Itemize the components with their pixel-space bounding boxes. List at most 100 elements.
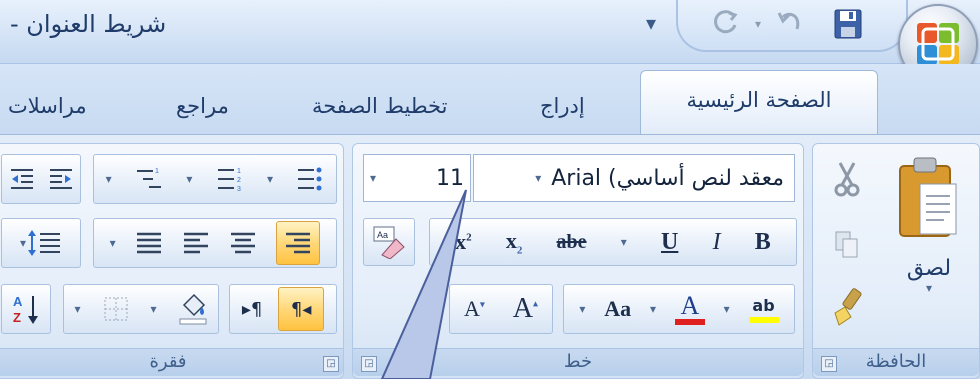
- justify-dropdown-arrow[interactable]: ▾: [110, 236, 116, 250]
- alignment-buttons: ▾: [93, 218, 337, 268]
- superscript-button[interactable]: x2: [455, 229, 472, 255]
- paragraph-group: ▾ 1 ▾ 1 2 3 ▾ ▾ ▾ A Z ▾ ▾ ▸¶ ¶◂ فقرة ◲: [0, 143, 344, 379]
- format-painter-button[interactable]: [821, 280, 873, 334]
- svg-text:1: 1: [237, 168, 241, 175]
- line-spacing-button[interactable]: ▾: [1, 218, 81, 268]
- copy-icon: [835, 231, 858, 258]
- ltr-pilcrow-icon: ▸¶: [241, 298, 263, 320]
- eraser-clear-formatting-icon: Aa: [373, 226, 405, 259]
- highlight-button[interactable]: ab: [748, 295, 779, 323]
- tab-insert[interactable]: إدراج: [540, 86, 585, 126]
- office-logo-icon: [917, 23, 959, 65]
- font-name-combobox[interactable]: ▾ معقد لنص أساسي) Arial: [473, 154, 795, 202]
- ribbon-tabs: مراسلات مراجع تخطيط الصفحة إدراج الصفحة …: [0, 64, 980, 136]
- svg-text:Z: Z: [13, 310, 21, 325]
- underline-button[interactable]: U: [661, 229, 678, 256]
- right-to-left-button[interactable]: ¶◂: [278, 287, 325, 331]
- clear-formatting-button[interactable]: Aa: [363, 218, 415, 266]
- paste-button[interactable]: لصق ▾: [885, 148, 973, 346]
- highlight-dropdown-arrow[interactable]: ▾: [724, 302, 730, 316]
- svg-text:A: A: [13, 294, 23, 309]
- tab-page-layout[interactable]: تخطيط الصفحة: [312, 86, 447, 126]
- font-name-value: معقد لنص أساسي) Arial: [551, 165, 784, 191]
- subscript-button[interactable]: x2: [506, 228, 523, 256]
- undo-button[interactable]: [770, 6, 810, 42]
- clipboard-group-label: الحافظة: [813, 348, 979, 376]
- sort-button[interactable]: A Z: [1, 284, 51, 334]
- grow-font-button[interactable]: A▴: [513, 293, 538, 325]
- underline-dropdown-arrow[interactable]: ▾: [621, 235, 627, 249]
- tab-home[interactable]: الصفحة الرئيسية: [640, 70, 878, 134]
- bold-button[interactable]: B: [755, 229, 771, 256]
- change-case-dropdown-arrow[interactable]: ▾: [579, 302, 585, 316]
- font-color-swatch: [674, 319, 705, 325]
- justify-icon[interactable]: [135, 230, 163, 256]
- font-size-dropdown-arrow[interactable]: ▾: [370, 171, 376, 185]
- numbering-dropdown-arrow[interactable]: ▾: [186, 172, 192, 186]
- italic-button[interactable]: I: [713, 229, 721, 256]
- line-spacing-icon: [28, 230, 61, 256]
- svg-text:1: 1: [155, 168, 159, 175]
- numbering-icon[interactable]: 1 2 3: [216, 165, 244, 193]
- tab-references[interactable]: مراجع: [176, 86, 229, 126]
- increase-indent-icon[interactable]: [48, 166, 74, 192]
- paragraph-group-label: فقرة: [0, 348, 343, 376]
- clipboard-paste-icon: [899, 157, 957, 237]
- list-buttons: ▾ 1 ▾ 1 2 3 ▾: [93, 154, 337, 204]
- multilevel-list-dropdown-arrow[interactable]: ▾: [106, 172, 112, 186]
- undo-dropdown-arrow[interactable]: ▾: [750, 6, 766, 42]
- highlighter-pen-icon: ab: [752, 296, 775, 315]
- borders-shading-buttons: ▾ ▾: [63, 284, 219, 334]
- decrease-indent-icon[interactable]: [9, 166, 35, 192]
- bullets-icon[interactable]: [296, 165, 324, 193]
- text-direction-buttons: ▸¶ ¶◂: [229, 284, 337, 334]
- align-right-button[interactable]: [276, 221, 321, 265]
- font-dialog-launcher[interactable]: ◲: [361, 356, 377, 372]
- svg-text:3: 3: [237, 186, 241, 193]
- shrink-font-button[interactable]: A▾: [464, 296, 485, 322]
- tab-mailings[interactable]: مراسلات: [8, 86, 87, 126]
- paint-bucket-shading-icon[interactable]: [178, 293, 208, 325]
- save-button[interactable]: [828, 6, 868, 42]
- grow-shrink-font-buttons: A▾ A▴: [449, 284, 553, 334]
- shading-dropdown-arrow[interactable]: ▾: [150, 302, 156, 316]
- align-center-icon[interactable]: [229, 230, 257, 256]
- indent-buttons: [1, 154, 81, 204]
- copy-button[interactable]: [821, 220, 873, 270]
- font-group-label: خط: [353, 348, 803, 376]
- clear-format-text: Aa: [377, 230, 388, 240]
- font-color-dropdown-arrow[interactable]: ▾: [650, 302, 656, 316]
- undo-icon: [777, 12, 800, 30]
- window-title: شريط العنوان -: [10, 10, 167, 38]
- multilevel-list-icon[interactable]: 1: [135, 165, 163, 193]
- font-style-buttons: x2 x2 abe ▾ U I B: [429, 218, 797, 266]
- cut-button[interactable]: [821, 154, 873, 204]
- redo-icon: [714, 10, 738, 34]
- case-color-buttons: ▾ Aa ▾ A ▾ ab: [563, 284, 795, 334]
- align-right-icon: [286, 232, 311, 254]
- font-size-combobox[interactable]: ▾ 11: [363, 154, 471, 202]
- ribbon-body: لصق ▾ الحافظة ◲ ▾ معقد لنص أساسي) Arial …: [0, 134, 980, 379]
- font-size-value: 11: [436, 165, 464, 191]
- font-color-button[interactable]: A: [674, 293, 705, 325]
- paragraph-dialog-launcher[interactable]: ◲: [323, 356, 339, 372]
- clipboard-dialog-launcher[interactable]: ◲: [821, 356, 837, 372]
- redo-button[interactable]: [706, 6, 746, 42]
- borders-dropdown-arrow[interactable]: ▾: [74, 302, 80, 316]
- font-group: ▾ معقد لنص أساسي) Arial ▾ 11 Aa x2 x2 ab…: [352, 143, 804, 379]
- format-painter-brush-icon: [834, 288, 862, 326]
- bullets-dropdown-arrow[interactable]: ▾: [267, 172, 273, 186]
- title-bar: شريط العنوان - ▾ ▾: [0, 0, 980, 84]
- font-name-dropdown-arrow[interactable]: ▾: [535, 171, 541, 185]
- paste-label: لصق: [906, 256, 952, 281]
- quick-access-toolbar: ▾: [676, 0, 908, 52]
- strikethrough-button[interactable]: abe: [557, 231, 587, 254]
- rtl-pilcrow-icon: ¶◂: [290, 298, 312, 320]
- qat-customize-button[interactable]: ▾: [640, 8, 662, 38]
- left-to-right-button[interactable]: ▸¶: [242, 299, 263, 320]
- borders-icon[interactable]: [102, 295, 130, 323]
- align-left-icon[interactable]: [182, 230, 210, 256]
- scissors-icon: [834, 162, 860, 197]
- sort-az-icon: A Z: [13, 294, 38, 325]
- change-case-button[interactable]: Aa: [604, 296, 631, 322]
